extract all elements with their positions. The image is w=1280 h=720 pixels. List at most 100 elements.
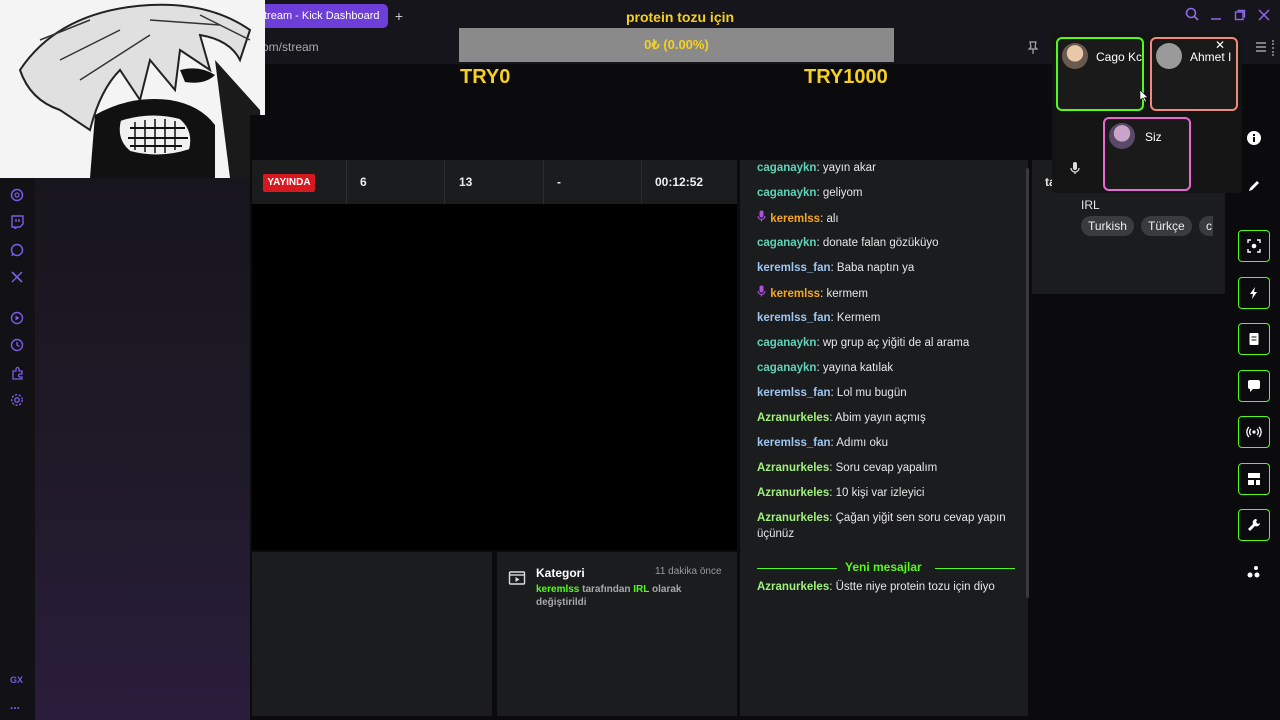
chat-username[interactable]: Azranurkeles [757, 412, 829, 424]
browser-tab-active[interactable]: tream - Kick Dashboard [258, 4, 388, 28]
stream-category: IRL [1081, 198, 1100, 212]
chat-username[interactable]: Azranurkeles [757, 581, 829, 593]
activity-text-part: tarafından [579, 584, 634, 595]
chat-message: caganaykn: wp grup aç yiğiti de al arama [757, 337, 970, 349]
sidebar-panel [35, 178, 250, 720]
new-tab-button[interactable]: + [392, 6, 406, 26]
participant-avatar [1062, 43, 1088, 69]
stat-divider [444, 160, 445, 204]
new-messages-divider: Yeni mesajlar [757, 560, 1015, 576]
menu-dots-icon[interactable] [1272, 40, 1275, 56]
info-icon[interactable] [1246, 130, 1262, 146]
edit-pencil-icon[interactable] [1246, 178, 1262, 194]
broadcast-icon[interactable] [1238, 416, 1270, 448]
chat-message: caganaykn: donate falan gözüküyo [757, 237, 939, 249]
stream-tag[interactable]: Türkçe [1141, 216, 1192, 236]
chat-text: Lol mu bugün [836, 387, 907, 399]
minimize-icon[interactable] [1206, 6, 1226, 26]
chat-text: Soru cevap yapalım [835, 462, 938, 474]
participant-name: Cago Kc [1096, 50, 1142, 64]
self-avatar [1109, 123, 1135, 149]
chat-username[interactable]: caganaykn [757, 337, 816, 349]
chat-text: Abim yayın açmış [835, 412, 926, 424]
layout-icon[interactable] [1238, 463, 1270, 495]
more-dots-icon[interactable] [1246, 564, 1262, 580]
stream-tag[interactable]: c [1199, 216, 1213, 236]
stat-followers: 13 [459, 175, 473, 189]
microphone-icon[interactable] [1068, 160, 1084, 176]
chat-username[interactable]: keremlss_fan [757, 437, 831, 449]
address-url[interactable]: om/stream [262, 40, 319, 54]
extensions-icon[interactable] [9, 366, 25, 382]
whatsapp-icon[interactable] [9, 243, 25, 259]
chatgpt-icon[interactable] [9, 188, 25, 204]
stream-preview[interactable] [252, 204, 737, 550]
chat-username[interactable]: Azranurkeles [757, 487, 829, 499]
chat-message: Azranurkeles: Soru cevap yapalım [757, 462, 938, 474]
chat-message: Azranurkeles: Üstte niye protein tozu iç… [757, 581, 995, 593]
history-icon[interactable] [9, 338, 25, 354]
close-icon[interactable]: ✕ [1215, 38, 1225, 52]
sidebar-more-icon[interactable]: ... [10, 698, 20, 712]
chat-text: alı [826, 213, 839, 225]
chat-username[interactable]: Azranurkeles [757, 462, 829, 474]
left-sidebar [0, 178, 35, 720]
chat-username[interactable]: keremlss_fan [757, 312, 831, 324]
twitch-icon[interactable] [9, 215, 25, 231]
chat-bubble-icon[interactable] [1238, 370, 1270, 402]
camera-focus-icon[interactable] [1238, 230, 1270, 262]
close-window-icon[interactable] [1254, 6, 1274, 26]
restore-icon[interactable] [1230, 6, 1250, 26]
call-self-card[interactable]: Siz [1103, 117, 1191, 191]
chat-text: geliyom [822, 187, 863, 199]
activity-user[interactable]: keremlss [536, 584, 579, 595]
call-participant-card[interactable]: Cago Kc [1056, 37, 1144, 111]
empty-panel [252, 552, 492, 716]
chat-username[interactable]: keremlss [770, 288, 820, 300]
search-icon[interactable] [1182, 6, 1202, 26]
webcam-overlay-image [0, 0, 265, 178]
goal-min-label: TRY0 [460, 66, 511, 88]
moderator-mic-icon [757, 285, 767, 297]
chat-scrollbar[interactable] [1026, 168, 1029, 598]
chat-username[interactable]: caganaykn [757, 187, 816, 199]
wrench-icon[interactable] [1238, 509, 1270, 541]
chat-message: caganaykn: yayın akar [757, 162, 876, 174]
chat-username[interactable]: caganaykn [757, 162, 816, 174]
pin-icon[interactable] [1027, 41, 1041, 55]
divider-line [757, 568, 837, 569]
chat-text: Üstte niye protein tozu için diyo [835, 581, 995, 593]
chat-username[interactable]: keremlss [770, 213, 820, 225]
settings-list-icon[interactable] [1255, 41, 1269, 55]
stat-subs: - [557, 175, 561, 189]
chat-message: keremlss_fan: Adımı oku [757, 437, 889, 449]
activity-title: Kategori [536, 566, 585, 580]
stat-viewers: 6 [360, 175, 367, 189]
chat-username[interactable]: caganaykn [757, 237, 816, 249]
new-messages-label: Yeni mesajlar [845, 560, 922, 574]
chat-username[interactable]: Azranurkeles [757, 512, 829, 524]
settings-gear-icon[interactable] [9, 393, 25, 409]
activity-category[interactable]: IRL [633, 584, 649, 595]
activity-time: 11 dakika önce [655, 566, 722, 577]
stat-divider [641, 160, 642, 204]
chat-text: yayına katılak [822, 362, 894, 374]
chat-username[interactable]: keremlss_fan [757, 262, 831, 274]
x-twitter-icon[interactable] [9, 270, 25, 286]
lightning-icon[interactable] [1238, 277, 1270, 309]
notes-icon[interactable] [1238, 323, 1270, 355]
gx-label[interactable]: GX [10, 675, 23, 685]
chat-username[interactable]: caganaykn [757, 362, 816, 374]
chat-text: 10 kişi var izleyici [835, 487, 925, 499]
stat-uptime: 00:12:52 [655, 175, 704, 189]
player-icon[interactable] [9, 311, 25, 327]
divider-line [935, 568, 1015, 569]
chat-username[interactable]: keremlss_fan [757, 387, 831, 399]
chat-message: Azranurkeles: Abim yayın açmış [757, 412, 926, 424]
stream-tag[interactable]: Turkish [1081, 216, 1134, 236]
chat-message: caganaykn: yayına katılak [757, 362, 894, 374]
chat-text: Adımı oku [836, 437, 889, 449]
moderator-mic-icon [757, 210, 767, 222]
category-change-icon [508, 569, 526, 587]
chat-message: keremlss_fan: Lol mu bugün [757, 387, 907, 399]
